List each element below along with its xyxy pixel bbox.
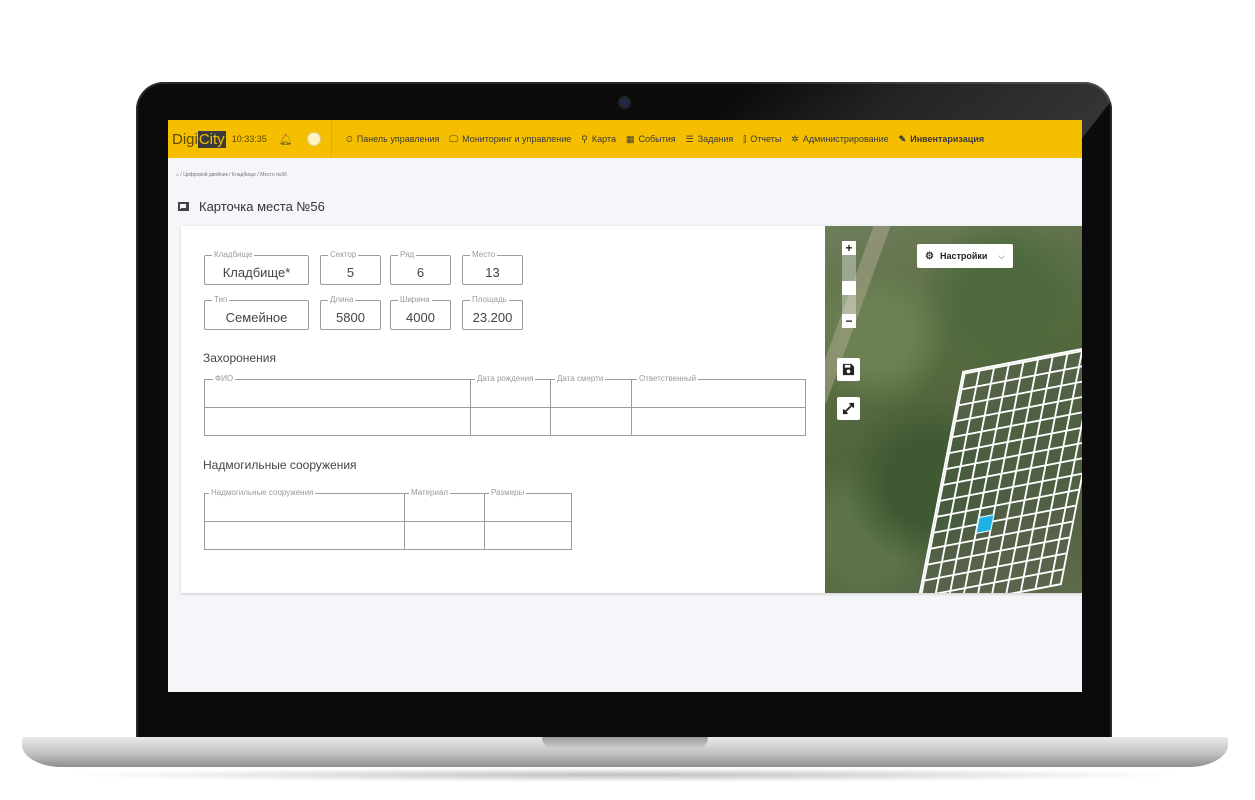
nav-item-inventory[interactable]: ✎ Инвентаризация (899, 134, 984, 145)
top-bar: Digi City 10:33:35 🔔︎ ⏲ Панель управления… (168, 120, 1082, 158)
area-field[interactable]: Площадь 23.200 (462, 295, 523, 330)
sector-field[interactable]: Сектор 5 (320, 250, 381, 285)
logo[interactable]: Digi City (172, 130, 226, 148)
zoom-handle[interactable] (842, 281, 856, 295)
monitor-icon: 🖵 (449, 133, 459, 144)
settings-label: Настройки (939, 251, 988, 261)
place-card: Кладбище Кладбище* Сектор 5 Ряд 6 Место … (181, 226, 1082, 593)
field-value: 5 (346, 265, 355, 280)
field-label: Место (470, 250, 498, 260)
nav-item-events[interactable]: ▦ События (626, 134, 676, 145)
column-divider (404, 494, 405, 549)
zoom-out-button[interactable]: − (842, 314, 856, 328)
column-header-size: Размеры (489, 488, 527, 498)
length-field[interactable]: Длина 5800 (320, 295, 381, 330)
column-header-monuments: Надмогильные сооружения (209, 488, 316, 498)
save-icon (842, 363, 855, 376)
column-divider (470, 380, 471, 435)
page-title-text: Карточка места №56 (199, 199, 325, 214)
gear-icon: ⚙ (925, 250, 934, 262)
avatar[interactable] (306, 132, 321, 146)
field-value: Семейное (225, 310, 288, 325)
dashboard-icon: ⏲ (345, 133, 353, 144)
nav-item-label: Администрирование (802, 134, 889, 144)
nav-item-label: Панель управления (356, 134, 440, 144)
page-title: Карточка места №56 (178, 199, 325, 214)
list-icon: ☰ (685, 133, 694, 144)
laptop-base (22, 737, 1228, 767)
column-header-birth-date: Дата рождения (475, 374, 536, 384)
field-label: Ширина (398, 295, 432, 305)
nav-item-label: Мониторинг и управление (462, 134, 572, 144)
monuments-title: Надмогильные сооружения (203, 458, 357, 472)
field-label: Сектор (328, 250, 359, 260)
base-notch (542, 737, 708, 749)
logo-part2: City (197, 130, 226, 148)
column-divider (550, 380, 551, 435)
calendar-icon: ▦ (625, 133, 635, 144)
expand-icon (842, 402, 855, 415)
field-value: 23.200 (472, 310, 513, 325)
fullscreen-button[interactable] (837, 397, 860, 420)
width-field[interactable]: Ширина 4000 (390, 295, 451, 330)
type-field[interactable]: Тип Семейное (204, 295, 309, 330)
nav-item-label: Карта (591, 134, 616, 144)
gear-icon: ✲ (791, 133, 799, 144)
laptop-shadow (60, 768, 1190, 782)
column-divider (631, 380, 632, 435)
nav-divider (330, 120, 332, 158)
column-header-fio: ФИО (213, 374, 236, 384)
nav-item-reports[interactable]: ⫿ Отчеты (743, 134, 781, 145)
nav-item-label: Инвентаризация (910, 134, 985, 144)
monuments-table: Надмогильные сооружения Материал Размеры (204, 488, 572, 550)
column-header-death-date: Дата смерти (555, 374, 606, 384)
place-card-icon (178, 202, 189, 211)
breadcrumb[interactable]: ⌂ / Цифровой двойник / Кладбище / Место … (176, 172, 287, 178)
nav-item-map[interactable]: ⚲ Карта (581, 134, 616, 145)
nav-item-label: Задания (697, 134, 734, 144)
screen: Digi City 10:33:35 🔔︎ ⏲ Панель управления… (168, 120, 1082, 692)
chevron-down-icon: ⌵ (998, 250, 1005, 261)
field-label: Тип (212, 295, 230, 305)
table-row[interactable] (205, 407, 805, 408)
laptop-frame: Digi City 10:33:35 🔔︎ ⏲ Панель управления… (136, 82, 1112, 742)
chart-icon: ⫿ (743, 133, 747, 144)
field-value: Кладбище* (222, 265, 291, 280)
nav-item-tasks[interactable]: ☰ Задания (686, 134, 734, 145)
bell-icon[interactable]: 🔔︎ (279, 133, 293, 146)
map-settings-dropdown[interactable]: ⚙ Настройки ⌵ (917, 244, 1013, 268)
logo-part1: Digi (172, 130, 198, 148)
burials-table: ФИО Дата рождения Дата смерти Ответствен… (204, 374, 806, 436)
nav-item-label: Отчеты (750, 134, 782, 144)
nav-item-monitoring[interactable]: 🖵 Мониторинг и управление (449, 134, 571, 145)
place-field[interactable]: Место 13 (462, 250, 523, 285)
map-pin-icon: ⚲ (581, 133, 588, 144)
nav-item-label: События (638, 134, 676, 144)
table-row[interactable] (205, 521, 571, 522)
field-label: Площадь (470, 295, 509, 305)
zoom-in-button[interactable]: + (842, 241, 856, 255)
satellite-map[interactable]: + − ⚙ Настройки ⌵ (825, 226, 1082, 593)
cemetery-field[interactable]: Кладбище Кладбище* (204, 250, 309, 285)
field-value: 5800 (336, 310, 365, 325)
column-header-material: Материал (409, 488, 451, 498)
nav-item-admin[interactable]: ✲ Администрирование (791, 134, 888, 145)
column-header-responsible: Ответственный (637, 374, 699, 384)
field-value: 6 (416, 265, 425, 280)
save-button[interactable] (837, 358, 860, 381)
row-field[interactable]: Ряд 6 (390, 250, 451, 285)
nav-item-dashboard[interactable]: ⏲ Панель управления (346, 134, 440, 145)
column-divider (484, 494, 485, 549)
field-label: Кладбище (212, 250, 255, 260)
camera (620, 98, 629, 107)
pencil-icon: ✎ (898, 133, 907, 144)
field-value: 13 (485, 265, 500, 280)
cemetery-plot-grid[interactable] (914, 342, 1082, 593)
field-label: Ряд (398, 250, 417, 260)
main-nav: ⏲ Панель управления 🖵 Мониторинг и управ… (336, 134, 984, 145)
clock: 10:33:35 (231, 134, 267, 144)
burials-title: Захоронения (203, 351, 276, 365)
field-label: Длина (328, 295, 356, 305)
field-value: 4000 (406, 310, 435, 325)
